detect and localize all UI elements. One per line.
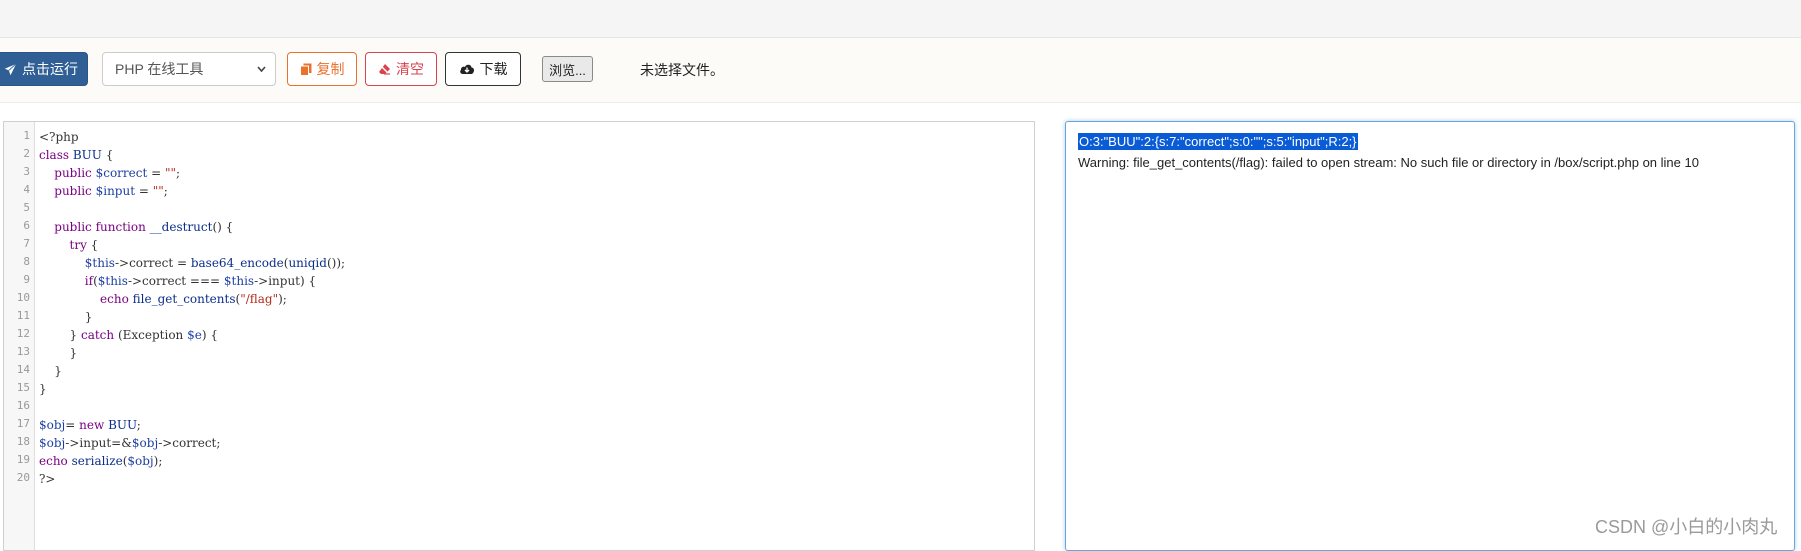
line-number: 4 — [23, 183, 30, 196]
code-line[interactable]: public $correct = ""; — [39, 164, 180, 182]
line-number: 5 — [23, 201, 30, 214]
line-number: 10 — [16, 291, 30, 304]
code-line[interactable]: public $input = ""; — [39, 182, 168, 200]
line-number: 11 — [16, 309, 30, 322]
output-panel[interactable]: O:3:"BUU":2:{s:7:"correct";s:0:"";s:5:"i… — [1065, 121, 1795, 551]
line-number: 9 — [23, 273, 30, 286]
code-line[interactable]: if($this->correct === $this->input) { — [39, 272, 316, 290]
copy-button[interactable]: 复制 — [287, 52, 357, 86]
copy-icon — [299, 63, 312, 76]
code-line[interactable]: } — [39, 362, 62, 380]
language-select-value: PHP 在线工具 — [115, 61, 204, 77]
clear-button[interactable]: 清空 — [365, 52, 437, 86]
run-button[interactable]: 点击运行 — [0, 52, 88, 86]
top-bar — [0, 0, 1801, 38]
code-line[interactable]: } catch (Exception $e) { — [39, 326, 218, 344]
output-warning-text[interactable]: Warning: file_get_contents(/flag): faile… — [1078, 154, 1699, 171]
download-button-label: 下载 — [479, 61, 508, 77]
file-status-text: 未选择文件。 — [640, 62, 724, 78]
toolbar: 点击运行 PHP 在线工具 复制 清空 下载 浏览... 未选择文件。 — [0, 38, 1801, 103]
cloud-download-icon — [459, 63, 475, 75]
line-number: 15 — [16, 381, 30, 394]
copy-button-label: 复制 — [316, 61, 345, 77]
line-number: 14 — [16, 363, 30, 376]
code-line[interactable]: echo file_get_contents("/flag"); — [39, 290, 287, 308]
code-line[interactable]: } — [39, 308, 93, 326]
line-number-gutter: 1 2 3 4 5 6 7 8 9 10 11 12 13 14 15 16 17 18 19 20 — [4, 122, 35, 550]
line-number: 2 — [23, 147, 30, 160]
code-line[interactable]: class BUU { — [39, 146, 113, 164]
paper-plane-icon — [4, 62, 17, 76]
line-number: 3 — [23, 165, 30, 178]
line-number: 12 — [16, 327, 30, 340]
output-serialized-text[interactable]: O:3:"BUU":2:{s:7:"correct";s:0:"";s:5:"i… — [1078, 133, 1358, 150]
line-number: 19 — [16, 453, 30, 466]
run-button-label: 点击运行 — [22, 61, 78, 77]
line-number: 13 — [16, 345, 30, 358]
chevron-down-icon — [256, 62, 267, 76]
code-line[interactable]: ?> — [39, 470, 56, 488]
line-number: 7 — [23, 237, 30, 250]
clear-button-label: 清空 — [396, 61, 424, 77]
line-number: 6 — [23, 219, 30, 232]
line-number: 1 — [23, 129, 30, 142]
line-number: 18 — [16, 435, 30, 448]
code-line[interactable]: $obj->input=&$obj->correct; — [39, 434, 220, 452]
line-number: 8 — [23, 255, 30, 268]
code-editor[interactable]: 1 2 3 4 5 6 7 8 9 10 11 12 13 14 15 16 17 18 19 20 <?php cla… — [3, 121, 1035, 551]
code-line[interactable]: <?php — [39, 128, 79, 146]
download-button[interactable]: 下载 — [445, 52, 521, 86]
code-line[interactable]: } — [39, 344, 78, 362]
line-number: 20 — [16, 471, 30, 484]
code-line[interactable]: $this->correct = base64_encode(uniqid())… — [39, 254, 345, 272]
line-number: 17 — [16, 417, 30, 430]
code-line[interactable]: $obj= new BUU; — [39, 416, 141, 434]
browse-button-label: 浏览... — [549, 62, 586, 78]
code-line[interactable]: public function __destruct() { — [39, 218, 233, 236]
code-line[interactable]: try { — [39, 236, 99, 254]
eraser-icon — [378, 63, 391, 75]
code-line[interactable]: echo serialize($obj); — [39, 452, 162, 470]
code-line[interactable]: } — [39, 380, 47, 398]
browse-button[interactable]: 浏览... — [542, 56, 593, 82]
language-select[interactable]: PHP 在线工具 — [102, 52, 276, 86]
line-number: 16 — [16, 399, 30, 412]
watermark: CSDN @小白的小肉丸 — [1595, 517, 1778, 537]
